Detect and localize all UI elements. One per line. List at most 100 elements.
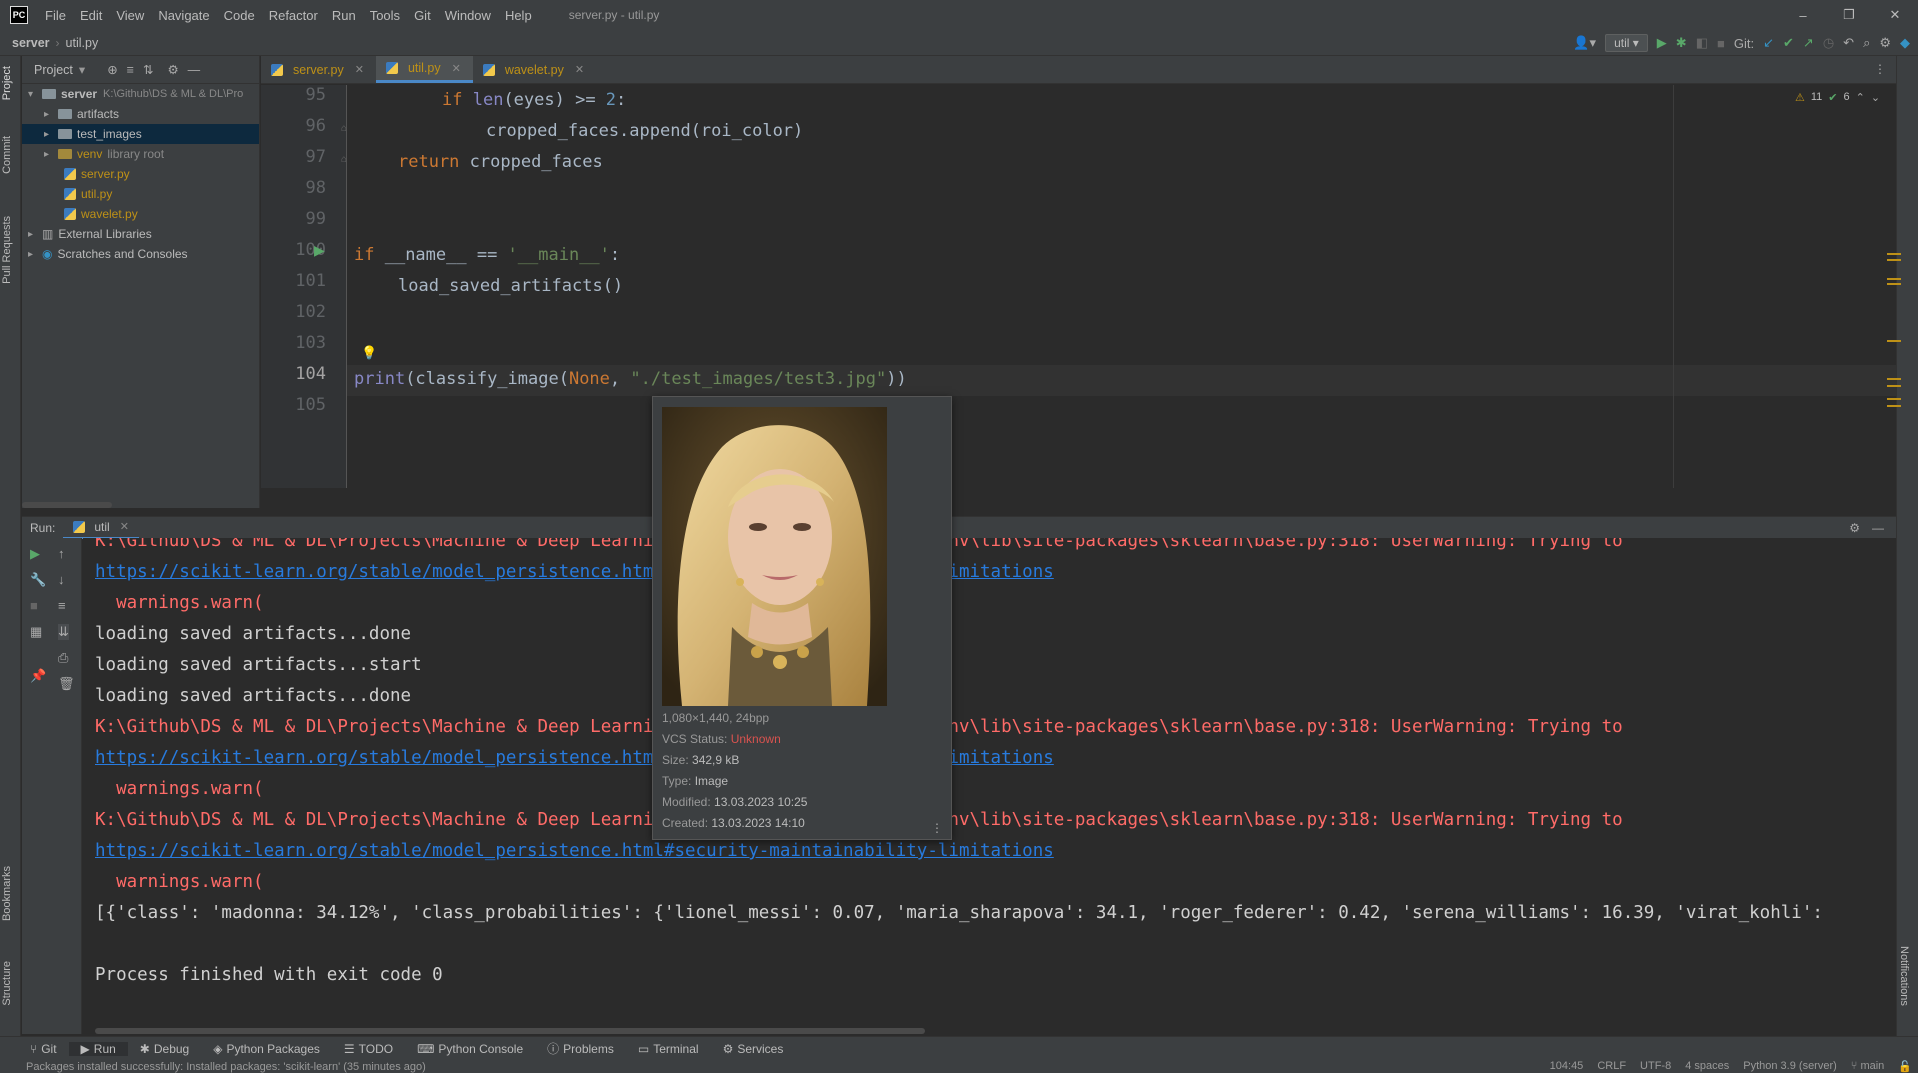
tree-item-scratches[interactable]: ▸ ◉ Scratches and Consoles [22, 244, 259, 264]
menu-refactor[interactable]: Refactor [262, 8, 325, 23]
caret-position[interactable]: 104:45 [1550, 1060, 1584, 1073]
stop-icon[interactable]: ■ [1717, 36, 1725, 51]
menu-edit[interactable]: Edit [73, 8, 109, 23]
collapse-all-icon[interactable]: ⇅ [143, 62, 153, 77]
menu-navigate[interactable]: Navigate [151, 8, 216, 23]
tree-item-venv[interactable]: ▸ venv library root [22, 144, 259, 164]
menu-tools[interactable]: Tools [363, 8, 407, 23]
pull-requests-tool-tab[interactable]: Pull Requests [1, 216, 13, 284]
tree-item-server-py[interactable]: server.py [22, 164, 259, 184]
tool-tab-git[interactable]: ⑂ Git [0, 1042, 69, 1056]
search-icon[interactable]: ⌕ [1863, 35, 1870, 51]
error-stripe-mark[interactable] [1887, 378, 1901, 380]
structure-tool-tab[interactable]: Structure [1, 961, 13, 1006]
coverage-icon[interactable]: ◧ [1696, 35, 1708, 51]
menu-view[interactable]: View [109, 8, 151, 23]
tool-tab-python-console[interactable]: ⌨ Python Console [405, 1042, 535, 1056]
pin-icon[interactable]: 📌 [30, 668, 46, 684]
error-stripe-mark[interactable] [1887, 278, 1901, 280]
close-tab-icon[interactable]: ✕ [355, 63, 364, 76]
tool-tab-problems[interactable]: ⓘ Problems [535, 1040, 626, 1057]
error-stripe-mark[interactable] [1887, 283, 1901, 285]
hide-icon[interactable]: — [1872, 521, 1884, 535]
menu-run[interactable]: Run [325, 8, 363, 23]
breadcrumb-file[interactable]: util.py [60, 36, 99, 50]
gear-icon[interactable]: ⚙ [167, 62, 178, 77]
lightbulb-icon[interactable]: 💡 [361, 345, 377, 361]
lock-icon[interactable]: 🔓 [1898, 1060, 1912, 1073]
close-button[interactable]: ✕ [1872, 0, 1918, 30]
tool-tab-terminal[interactable]: ▭ Terminal [626, 1042, 711, 1056]
tool-tab-todo[interactable]: ☰ TODO [332, 1042, 405, 1056]
tree-item-util-py[interactable]: util.py [22, 184, 259, 204]
chevron-up-icon[interactable]: ⌃ [1856, 91, 1865, 104]
down-icon[interactable]: ↓ [58, 572, 65, 587]
scroll-to-end-icon[interactable]: ⇊ [58, 624, 69, 640]
more-options-icon[interactable]: ⋮ [931, 821, 943, 835]
commit-tool-tab[interactable]: Commit [1, 136, 13, 174]
status-message[interactable]: Packages installed successfully: Install… [0, 1061, 426, 1073]
close-tab-icon[interactable]: ✕ [120, 520, 129, 533]
soft-wrap-icon[interactable]: ≡ [58, 598, 66, 613]
code-editor[interactable]: if len(eyes) >= 2: cropped_faces.append(… [347, 85, 1896, 488]
inspection-widget[interactable]: ⚠ 11 ✔ 6 ⌃ ⌄ [1795, 91, 1880, 104]
tool-tab-run[interactable]: ▶ Run [68, 1041, 128, 1056]
console-link[interactable]: https://scikit-learn.org/stable/model_pe… [95, 836, 1054, 867]
chevron-down-icon[interactable]: ⌄ [1871, 91, 1880, 104]
editor-horizontal-scrollbar[interactable] [22, 502, 112, 508]
tree-item-wavelet-py[interactable]: wavelet.py [22, 204, 259, 224]
console-output[interactable]: K:\Github\DS & ML & DL\Projects\Machine … [83, 538, 1896, 1034]
layout-icon[interactable]: ▦ [30, 624, 42, 640]
project-tool-tab[interactable]: Project [1, 66, 13, 100]
bookmarks-tool-tab[interactable]: Bookmarks [1, 866, 13, 921]
hide-icon[interactable]: — [188, 63, 201, 77]
close-tab-icon[interactable]: ✕ [452, 62, 461, 75]
expand-all-icon[interactable]: ≡ [127, 63, 134, 77]
run-gutter-icon[interactable]: ▶ [314, 242, 325, 259]
file-encoding[interactable]: UTF-8 [1640, 1060, 1671, 1073]
error-stripe-mark[interactable] [1887, 259, 1901, 261]
stop-icon[interactable]: ■ [30, 598, 38, 613]
print-icon[interactable]: ⎙ [58, 650, 68, 666]
tree-item-test-images[interactable]: ▸ test_images [22, 124, 259, 144]
error-stripe-mark[interactable] [1887, 253, 1901, 255]
run-config-select[interactable]: util ▾ [1605, 34, 1648, 52]
tool-tab-debug[interactable]: ✱ Debug [128, 1042, 201, 1056]
jetbrains-icon[interactable]: ◆ [1900, 35, 1910, 51]
run-tab-util[interactable]: util ✕ [63, 517, 139, 539]
error-stripe-mark[interactable] [1887, 398, 1901, 400]
project-panel-title[interactable]: Project [34, 63, 73, 77]
git-commit-icon[interactable]: ✔ [1783, 35, 1794, 51]
history-icon[interactable]: ◷ [1823, 35, 1834, 51]
minimize-button[interactable]: – [1780, 0, 1826, 30]
gear-icon[interactable]: ⚙ [1879, 35, 1891, 51]
debug-icon[interactable]: ✱ [1676, 35, 1687, 51]
tree-root[interactable]: ▾ server K:\Github\DS & ML & DL\Pro [22, 84, 259, 104]
python-interpreter[interactable]: Python 3.9 (server) [1743, 1060, 1837, 1073]
breadcrumb-project[interactable]: server [0, 36, 50, 50]
menu-window[interactable]: Window [438, 8, 498, 23]
notifications-tool-tab[interactable]: Notifications [1898, 946, 1910, 1006]
more-tabs-icon[interactable]: ⋮ [1874, 62, 1886, 76]
trash-icon[interactable]: 🗑 [58, 676, 75, 692]
tab-util-py[interactable]: util.py ✕ [375, 56, 473, 83]
git-branch[interactable]: ⑂ main [1851, 1060, 1885, 1073]
tree-item-external-libraries[interactable]: ▸ ▥ External Libraries [22, 224, 259, 244]
locate-icon[interactable]: ⊕ [107, 62, 117, 77]
error-stripe-mark[interactable] [1887, 385, 1901, 387]
tool-tab-services[interactable]: ⚙ Services [711, 1042, 796, 1056]
rerun-icon[interactable]: ▶ [30, 546, 40, 562]
git-push-icon[interactable]: ↗ [1803, 35, 1814, 51]
tab-wavelet-py[interactable]: wavelet.py ✕ [473, 56, 596, 83]
run-icon[interactable]: ▶ [1657, 35, 1667, 51]
menu-git[interactable]: Git [407, 8, 438, 23]
rollback-icon[interactable]: ↶ [1843, 35, 1854, 51]
close-tab-icon[interactable]: ✕ [575, 63, 584, 76]
line-separator[interactable]: CRLF [1597, 1060, 1626, 1073]
error-stripe-mark[interactable] [1887, 340, 1901, 342]
menu-help[interactable]: Help [498, 8, 539, 23]
console-horizontal-scrollbar[interactable] [95, 1028, 925, 1034]
tree-item-artifacts[interactable]: ▸ artifacts [22, 104, 259, 124]
gear-icon[interactable]: ⚙ [1849, 521, 1860, 535]
dropdown-icon[interactable]: ▾ [79, 62, 85, 77]
